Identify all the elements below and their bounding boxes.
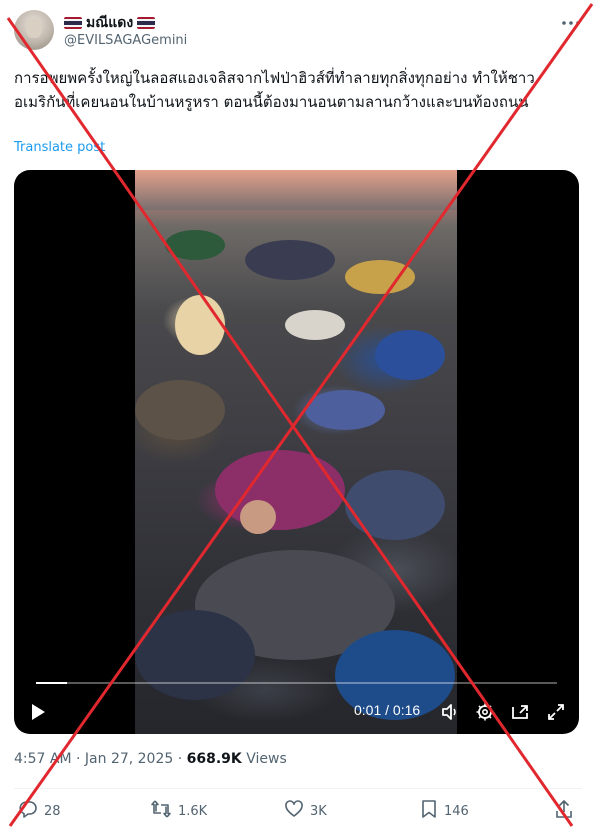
meta-separator: · [173,751,187,767]
video-scene-blob [285,310,345,340]
heart-icon [284,799,304,823]
post-header: มณีแดง @EVILSAGAGemini [14,10,582,54]
post-date[interactable]: Jan 27, 2025 [85,751,173,767]
video-time-separator: / [381,702,393,718]
video-player[interactable]: 0:01 / 0:16 [14,170,579,734]
video-frame [135,170,457,734]
repost-count: 1.6K [178,803,208,819]
video-scene-blob [135,380,225,440]
views-label: Views [241,751,287,767]
video-progress-fill [36,682,68,684]
repost-icon [150,799,172,823]
post-meta: 4:57 AM · Jan 27, 2025 · 668.9K Views [14,751,287,767]
video-scene-blob [345,260,415,294]
video-scene-blob [165,230,225,260]
video-scene-blob [375,330,445,380]
action-bar: 28 1.6K 3K 146 [14,796,582,826]
repost-button[interactable]: 1.6K [150,796,207,826]
video-scene-blob [215,450,345,530]
author-handle[interactable]: @EVILSAGAGemini [64,33,187,48]
video-scene-blob [345,470,445,540]
settings-icon[interactable] [473,700,497,724]
reply-icon [18,799,38,823]
more-options-icon[interactable] [560,12,582,34]
bookmark-button[interactable]: 146 [420,796,469,826]
views-count: 668.9K [186,751,242,767]
author-name-row[interactable]: มณีแดง [64,12,156,34]
video-progress-bar[interactable] [36,682,557,684]
meta-separator: · [71,751,85,767]
like-count: 3K [310,803,327,819]
video-current-time: 0:01 [354,702,382,718]
avatar[interactable] [14,10,54,50]
video-scene-blob [305,390,385,430]
video-scene-blob [240,500,276,534]
thailand-flag-icon [137,17,156,29]
like-button[interactable]: 3K [284,796,327,826]
bookmark-count: 146 [444,803,469,819]
volume-icon[interactable] [438,700,462,724]
video-scene-blob [175,295,225,355]
author-display-name[interactable]: มณีแดง [86,12,133,34]
reply-count: 28 [44,803,61,819]
actions-divider [14,788,582,789]
play-icon[interactable] [26,700,50,724]
share-button[interactable] [554,796,574,826]
translate-post-link[interactable]: Translate post [14,140,105,155]
post-text: การอพยพครั้งใหญ่ในลอสแองเจลิสจากไฟป่าฮิว… [14,69,535,111]
thailand-flag-icon [64,17,82,29]
video-duration: 0:16 [392,702,421,718]
post-time[interactable]: 4:57 AM [14,751,72,767]
picture-in-picture-icon[interactable] [508,700,532,724]
reply-button[interactable]: 28 [18,796,61,826]
video-scene-blob [135,610,255,700]
video-scene-blob [245,240,335,280]
fullscreen-icon[interactable] [544,700,568,724]
video-sky-region [135,170,457,210]
share-icon [554,799,574,823]
video-time: 0:01 / 0:16 [354,702,420,718]
bookmark-icon [420,799,438,823]
